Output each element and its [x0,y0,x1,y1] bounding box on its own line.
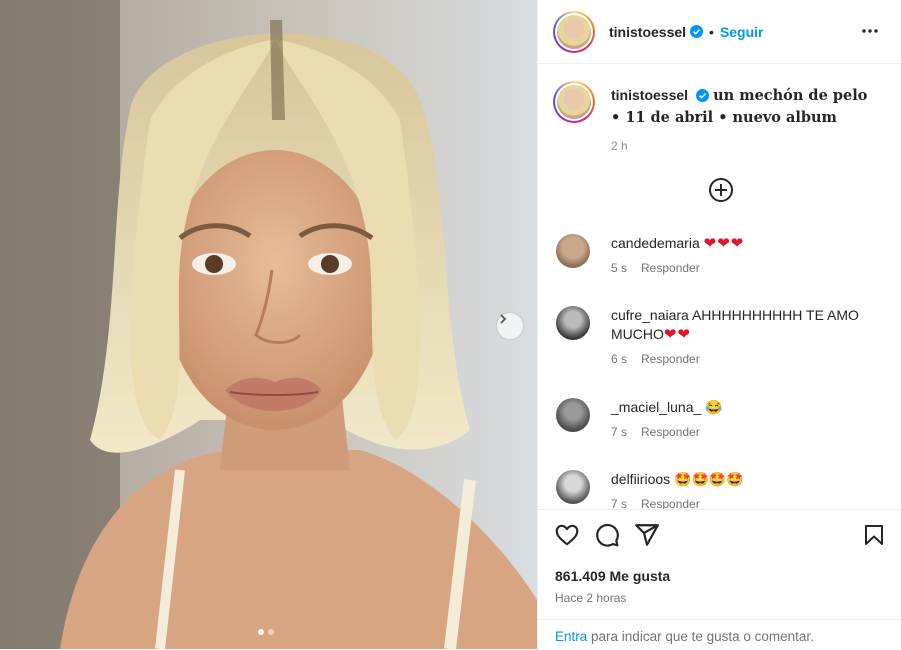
comment-time: 6 s [611,352,628,366]
header-separator: • [709,23,714,40]
post-header: tinistoessel • Seguir [538,0,901,64]
post-view: tinistoessel • Seguir tinistoessel un me… [0,0,901,650]
author-avatar[interactable] [553,10,595,53]
login-prompt: Entra para indicar que te gusta o coment… [538,619,901,650]
post-image[interactable] [0,0,537,649]
caption-avatar[interactable] [553,81,595,123]
comment-emoji: ❤❤❤ [703,235,745,252]
comment-emoji: 🤩🤩🤩🤩 [674,471,744,487]
comment-username[interactable]: _maciel_luna_ [611,399,701,415]
post-actions-section: 861.409 Me gusta Hace 2 horas Entra para… [538,509,901,650]
carousel-dot [268,629,274,635]
comment-username[interactable]: candedemaria [611,235,700,251]
comment-icon[interactable] [594,522,620,548]
comment-emoji: 😂 [705,399,723,415]
more-options-icon[interactable] [861,22,879,40]
comment-time: 5 s [611,261,628,275]
comment-item: _maciel_luna_ 😂 7 s Responder [556,398,891,439]
comment-item: candedemaria ❤❤❤ 5 s Responder [556,234,891,275]
reply-button[interactable]: Responder [641,352,700,366]
login-link[interactable]: Entra [555,629,587,644]
comment-item: cufre_naiara AHHHHHHHHHH TE AMO MUCHO❤❤ … [556,306,891,366]
likes-count[interactable]: 861.409 Me gusta [555,568,670,584]
like-icon[interactable] [554,522,580,548]
next-slide-button[interactable] [497,313,523,339]
post-caption: tinistoessel un mechón de pelo • 11 de a… [538,64,901,153]
comment-time: 7 s [611,425,628,439]
add-comment-icon[interactable] [708,177,734,203]
share-icon[interactable] [634,522,660,548]
verified-icon [690,25,704,38]
login-prompt-text: para indicar que te gusta o comentar. [587,629,814,644]
post-sidebar: tinistoessel • Seguir tinistoessel un me… [537,0,901,650]
chevron-right-icon [500,314,507,324]
carousel-indicators [258,629,274,635]
reply-button[interactable]: Responder [641,261,700,275]
save-icon[interactable] [862,522,886,548]
commenter-avatar[interactable] [556,470,590,504]
commenter-avatar[interactable] [556,234,590,268]
post-timestamp[interactable]: Hace 2 horas [555,591,626,605]
caption-username[interactable]: tinistoessel [611,87,688,103]
commenter-avatar[interactable] [556,306,590,340]
reply-button[interactable]: Responder [641,425,700,439]
commenter-avatar[interactable] [556,398,590,432]
verified-icon [696,89,710,102]
portrait-photo [0,0,537,649]
action-bar [554,522,886,552]
carousel-dot-active [258,629,264,635]
author-username[interactable]: tinistoessel [609,24,686,40]
caption-time: 2 h [611,139,628,153]
follow-button[interactable]: Seguir [720,24,764,40]
comment-item: delfiirioos 🤩🤩🤩🤩 7 s Responder [556,470,891,511]
comment-username[interactable]: cufre_naiara [611,307,689,323]
comment-emoji: ❤❤ [663,326,692,343]
comment-username[interactable]: delfiirioos [611,471,670,487]
